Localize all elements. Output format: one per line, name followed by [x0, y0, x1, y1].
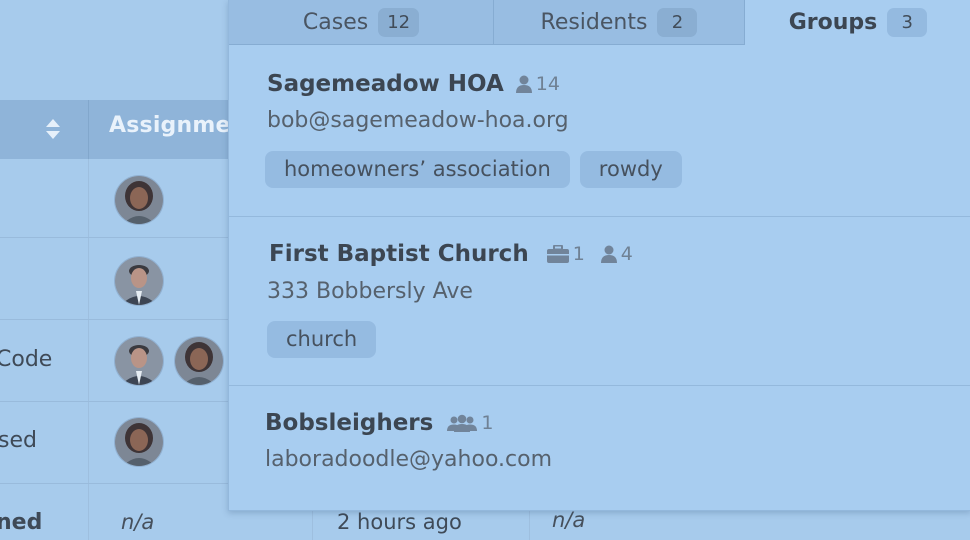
group-address: 333 Bobbersly Ave — [267, 279, 473, 304]
row-divider — [0, 237, 228, 238]
table-row-title[interactable]: Code — [0, 347, 52, 372]
group-name: First Baptist Church — [269, 241, 529, 267]
sort-icon[interactable] — [45, 117, 61, 141]
groups-count-value: 1 — [481, 412, 494, 434]
tab-groups[interactable]: Groups 3 — [745, 0, 970, 45]
group-email: bob@sagemeadow-hoa.org — [267, 108, 569, 133]
row-divider — [0, 319, 228, 320]
group-header: First Baptist Church 1 4 — [269, 241, 633, 267]
cell-na: n/a — [552, 508, 586, 532]
person-icon — [600, 245, 617, 263]
tag-list: church — [267, 321, 377, 358]
table-row-title[interactable]: sed — [0, 428, 37, 453]
tab-label: Cases — [302, 9, 369, 35]
group-header: Sagemeadow HOA 14 — [267, 71, 560, 97]
group-result-item[interactable]: First Baptist Church 1 4 333 Bobbersly A… — [229, 217, 970, 385]
people-count-value: 4 — [620, 243, 633, 265]
assignee-cell-na: n/a — [121, 510, 155, 534]
count-badge: 2 — [657, 7, 698, 37]
results-tabs: Cases 12 Residents 2 Groups 3 — [229, 0, 970, 45]
group-header: Bobsleighers 1 — [265, 410, 493, 436]
assignees-column-header[interactable]: Assignment — [109, 113, 229, 138]
assignee-avatar[interactable] — [115, 176, 163, 224]
people-count: 14 — [515, 73, 560, 95]
groups-count: 1 — [447, 412, 493, 434]
assignee-avatar[interactable] — [115, 418, 163, 466]
person-icon — [515, 75, 532, 93]
tag[interactable]: church — [267, 321, 377, 358]
tag[interactable]: rowdy — [579, 151, 682, 188]
tab-cases[interactable]: Cases 12 — [229, 0, 494, 45]
count-badge: 3 — [887, 8, 928, 37]
tag-list: homeowners’ association rowdy — [265, 151, 682, 188]
updated-time: 2 hours ago — [337, 510, 462, 534]
table-row-title[interactable]: ned — [0, 510, 42, 535]
group-name: Sagemeadow HOA — [267, 71, 504, 97]
people-count-value: 14 — [535, 73, 560, 95]
tag[interactable]: homeowners’ association — [265, 151, 570, 188]
count-badge: 12 — [378, 7, 420, 37]
cases-count: 1 — [546, 243, 585, 265]
group-email: laboradoodle@yahoo.com — [265, 447, 552, 472]
group-icon — [447, 414, 478, 432]
cases-count-value: 1 — [572, 243, 585, 265]
group-result-item[interactable]: Sagemeadow HOA 14 bob@sagemeadow-hoa.org… — [229, 46, 970, 216]
assignee-avatar[interactable] — [115, 257, 163, 305]
people-count: 4 — [600, 243, 633, 265]
tab-label: Residents — [540, 9, 648, 35]
assignee-avatar[interactable] — [115, 337, 163, 385]
row-divider — [0, 401, 228, 402]
briefcase-icon — [546, 245, 569, 263]
assignee-avatar[interactable] — [175, 337, 223, 385]
group-result-item[interactable]: Bobsleighers 1 laboradoodle@yahoo.com — [229, 386, 970, 510]
tab-label: Groups — [788, 10, 878, 35]
tab-residents[interactable]: Residents 2 — [494, 0, 745, 45]
search-results-dropdown: Cases 12 Residents 2 Groups 3 Sagemeadow… — [228, 0, 970, 511]
group-name: Bobsleighers — [265, 410, 434, 436]
